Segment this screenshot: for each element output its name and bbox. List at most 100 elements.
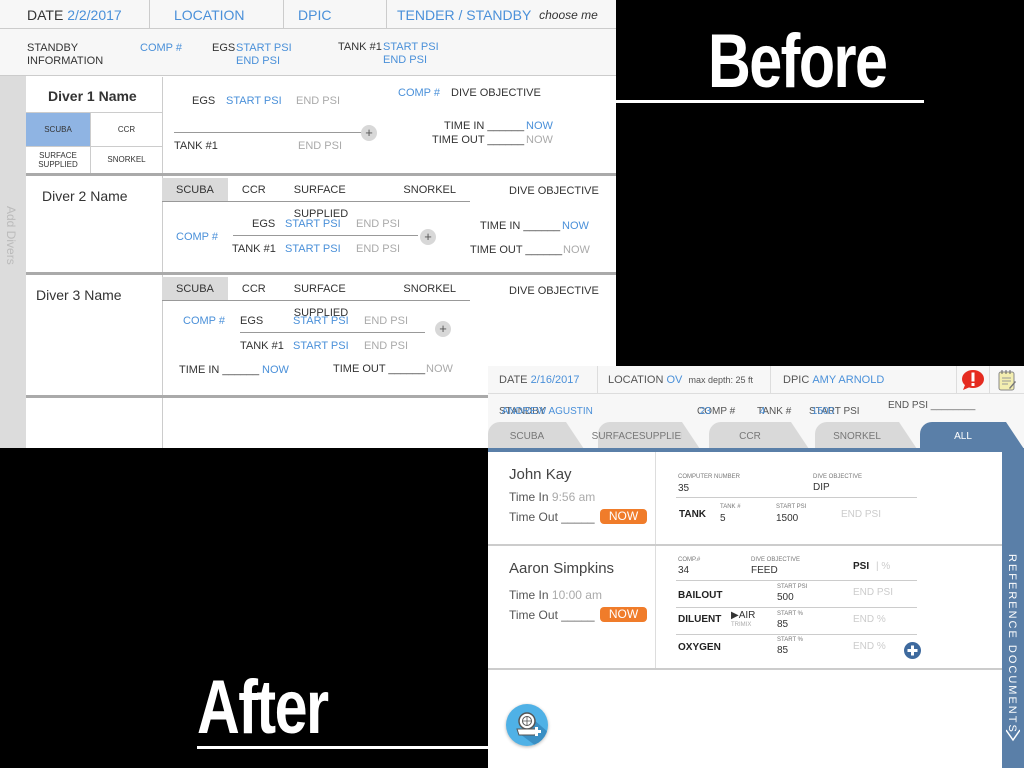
after-header: DATE 2/16/2017 LOCATION OV max depth: 25…: [488, 366, 1024, 394]
date-field[interactable]: DATE 2/2/2017: [0, 0, 150, 29]
dive-objective[interactable]: DIVE OBJECTIVE: [509, 185, 599, 197]
diluent-end-field[interactable]: END %: [853, 614, 886, 625]
time-in-value: 9:56 am: [551, 490, 596, 504]
diver-name[interactable]: Diver 2 Name: [42, 188, 128, 204]
dpic-field[interactable]: DPIC: [284, 0, 387, 29]
mode-ccr[interactable]: CCR: [90, 113, 162, 146]
tab-ccr[interactable]: CCR: [228, 277, 280, 300]
location-field[interactable]: LOCATION: [150, 0, 284, 29]
dive-objective[interactable]: DIVE OBJECTIVE: [451, 87, 541, 99]
tank-end-psi[interactable]: END PSI: [298, 140, 342, 152]
tank-start-psi[interactable]: START PSI: [285, 243, 341, 255]
standby-egs-end[interactable]: END PSI: [236, 55, 280, 68]
standby-tank-start[interactable]: START PSI: [383, 41, 439, 54]
tab-scuba[interactable]: SCUBA: [162, 178, 228, 201]
mode-snorkel[interactable]: SNORKEL: [90, 147, 162, 173]
tank-start-psi[interactable]: START PSI: [293, 340, 349, 352]
egs-start-psi[interactable]: START PSI: [293, 315, 349, 327]
location-field[interactable]: LOCATION OV max depth: 25 ft: [598, 366, 771, 394]
tab-ccr[interactable]: CCR: [228, 178, 280, 201]
time-out-now[interactable]: NOW: [563, 244, 590, 256]
standby-tank[interactable]: TANK # 4: [757, 400, 791, 417]
time-in-now[interactable]: NOW: [262, 364, 289, 376]
tab-snorkel[interactable]: SNORKEL: [389, 178, 470, 201]
plus-icon: [907, 645, 918, 656]
standby-field[interactable]: STANDBY ANDREW AGUSTIN: [499, 400, 593, 417]
egs-end-psi[interactable]: END PSI: [296, 95, 340, 107]
now-button[interactable]: NOW: [600, 607, 647, 622]
dive-objective-field[interactable]: DIP: [813, 482, 830, 493]
standby-start-psi[interactable]: START PSI 1500: [809, 400, 860, 417]
add-gas-button[interactable]: [904, 642, 921, 659]
mode-scuba[interactable]: SCUBA: [26, 113, 90, 146]
dpic-field[interactable]: DPIC AMY ARNOLD: [771, 366, 956, 394]
notes-button[interactable]: [990, 366, 1024, 394]
egs-start-psi[interactable]: START PSI: [285, 218, 341, 230]
tank-end-psi[interactable]: END PSI: [356, 243, 400, 255]
comp-field[interactable]: 34: [678, 565, 689, 576]
time-in-now[interactable]: NOW: [562, 220, 589, 232]
standby-end-psi[interactable]: END PSI ________: [888, 400, 975, 411]
tab-snorkel[interactable]: SNORKEL: [389, 277, 470, 300]
egs-end-psi[interactable]: END PSI: [356, 218, 400, 230]
dive-type-tabs: SCUBA SURFACE SUPPLIED CCR SNORKEL ALL: [488, 416, 1024, 452]
time-out-now[interactable]: NOW: [526, 134, 553, 146]
start-psi-field[interactable]: 1500: [776, 513, 798, 524]
diver-row: Diver 1 Name SCUBA CCR SURFACE SUPPLIED S…: [26, 77, 616, 176]
add-tank-button[interactable]: +: [435, 321, 451, 337]
bailout-start-field[interactable]: 500: [777, 592, 794, 603]
date-field[interactable]: DATE 2/16/2017: [488, 366, 598, 394]
tab-scuba[interactable]: SCUBA: [162, 277, 228, 300]
bailout-end-field[interactable]: END PSI: [853, 587, 893, 598]
percent-toggle[interactable]: | %: [876, 561, 890, 572]
diver-name[interactable]: John Kay: [509, 466, 572, 483]
reference-documents-panel[interactable]: REFERENCE DOCUMENTS: [1002, 448, 1024, 768]
add-tank-button[interactable]: +: [420, 229, 436, 245]
alert-button[interactable]: [956, 366, 990, 394]
end-psi-field[interactable]: END PSI: [841, 509, 881, 520]
psi-toggle[interactable]: PSI: [853, 561, 869, 572]
comp-field[interactable]: COMP #: [183, 315, 225, 327]
after-screen: DATE 2/16/2017 LOCATION OV max depth: 25…: [488, 366, 1024, 768]
diver-row: Diver 2 Name SCUBA CCR SURFACE SUPPLIED …: [26, 176, 616, 275]
standby-tank-end[interactable]: END PSI: [383, 54, 427, 67]
after-label: After: [197, 665, 329, 750]
tank-number-field[interactable]: 5: [720, 513, 726, 524]
add-diver-button[interactable]: [506, 704, 548, 746]
alert-icon: [962, 370, 984, 390]
standby-comp[interactable]: COMP # 23: [697, 400, 735, 417]
diver-name[interactable]: Diver 1 Name: [48, 88, 137, 104]
dive-objective-field[interactable]: FEED: [751, 565, 778, 576]
add-divers-sidebar[interactable]: Add Divers: [0, 76, 26, 448]
diver-helmet-add-icon: [516, 712, 548, 746]
tank-end-psi[interactable]: END PSI: [364, 340, 408, 352]
standby-comp[interactable]: COMP #: [140, 42, 182, 55]
oxygen-start-field[interactable]: 85: [777, 645, 788, 656]
time-in-value: 10:00 am: [551, 588, 602, 602]
egs-end-psi[interactable]: END PSI: [364, 315, 408, 327]
after-underline: [197, 746, 488, 749]
time-out-now[interactable]: NOW: [426, 363, 453, 375]
egs-start-psi[interactable]: START PSI: [226, 95, 282, 107]
tab-surface[interactable]: SURFACE SUPPLIED: [280, 178, 390, 220]
before-label: Before: [708, 19, 888, 104]
oxygen-end-field[interactable]: END %: [853, 641, 886, 652]
now-button[interactable]: NOW: [600, 509, 647, 524]
standby-egs-start[interactable]: START PSI: [236, 42, 292, 55]
diver-name[interactable]: Aaron Simpkins: [509, 560, 614, 577]
computer-number-field[interactable]: 35: [678, 483, 689, 494]
diluent-gas-select[interactable]: ▶AIR: [731, 610, 755, 621]
dive-objective[interactable]: DIVE OBJECTIVE: [509, 285, 599, 297]
diver-card: Aaron Simpkins Time In 10:00 am Time Out…: [488, 546, 1002, 670]
tender-field[interactable]: TENDER / STANDBY choose me: [387, 0, 616, 29]
diluent-alt-option[interactable]: TRIMIX: [731, 622, 751, 628]
comp-field[interactable]: COMP #: [398, 87, 440, 99]
diluent-start-field[interactable]: 85: [777, 619, 788, 630]
add-tank-button[interactable]: +: [361, 125, 377, 141]
diver-name[interactable]: Diver 3 Name: [36, 287, 122, 303]
tab-surface[interactable]: SURFACE SUPPLIED: [280, 277, 390, 319]
before-header: DATE 2/2/2017 LOCATION DPIC TENDER / STA…: [0, 0, 616, 29]
comp-field[interactable]: COMP #: [176, 231, 218, 243]
mode-surface-supplied[interactable]: SURFACE SUPPLIED: [26, 147, 90, 173]
time-in-now[interactable]: NOW: [526, 120, 553, 132]
